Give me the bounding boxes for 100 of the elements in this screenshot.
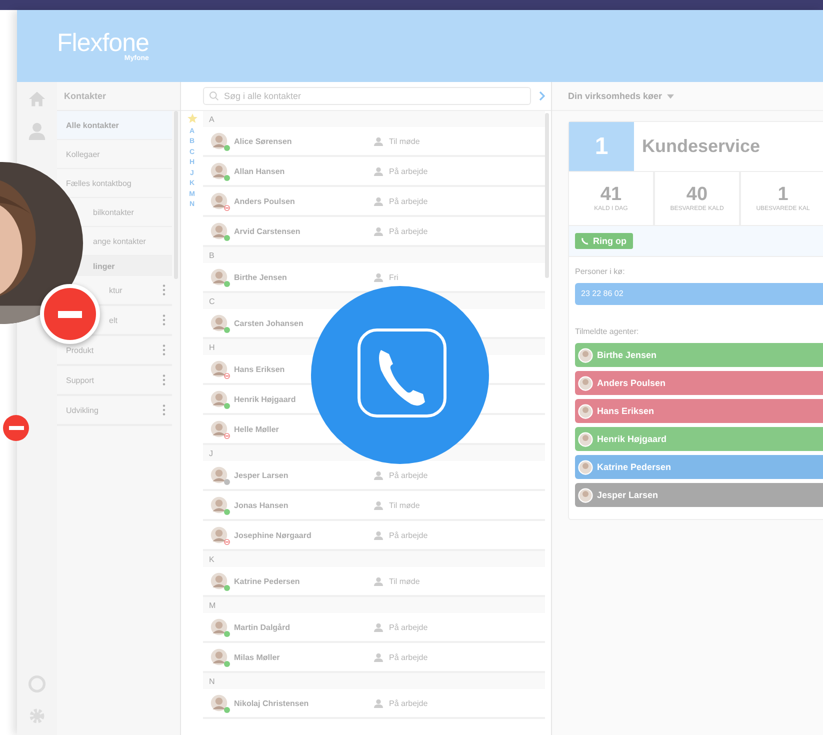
contact-name[interactable]: Birthe Jensen — [234, 272, 287, 282]
caret-icon[interactable] — [667, 94, 674, 98]
section-header: linger — [93, 262, 115, 270]
avatar-icon — [210, 314, 228, 332]
agent-row[interactable]: Henrik Højgaard — [575, 427, 823, 451]
stat-value: 1 — [778, 185, 788, 206]
call-button[interactable]: Ring op — [575, 233, 632, 249]
contact-name[interactable]: Katrine Pedersen — [234, 576, 300, 586]
contact-list-item[interactable]: Fælles kontaktbog — [66, 178, 132, 188]
person-icon — [374, 652, 383, 662]
contact-name[interactable]: Nikolaj Christensen — [234, 698, 309, 708]
contact-name[interactable]: Jonas Hansen — [234, 500, 288, 510]
contact-name[interactable]: Milas Møller — [234, 652, 280, 662]
contact-name[interactable]: Allan Hansen — [234, 166, 285, 176]
more-icon[interactable] — [162, 404, 166, 416]
avatar-icon — [578, 348, 593, 362]
avatar-icon — [578, 488, 593, 502]
person-icon — [374, 226, 383, 236]
avatar-icon — [578, 376, 593, 390]
search-icon — [209, 91, 219, 101]
contact-name[interactable]: Henrik Højgaard — [234, 394, 296, 404]
chevron-right-icon[interactable] — [539, 91, 545, 101]
person-icon — [374, 272, 383, 282]
group-item[interactable]: elt — [109, 316, 118, 324]
letter-header: J — [209, 448, 213, 458]
contact-name[interactable]: Helle Møller — [234, 424, 279, 434]
avatar-icon — [210, 648, 228, 666]
phone-icon — [581, 237, 589, 245]
contact-status: Til møde — [389, 576, 420, 586]
letter-header: H — [209, 342, 215, 352]
agent-row[interactable]: Jesper Larsen — [575, 483, 823, 507]
contact-name[interactable]: Martin Dalgård — [234, 622, 290, 632]
group-item[interactable]: ktur — [109, 286, 122, 294]
person-icon — [374, 136, 383, 146]
home-icon[interactable] — [28, 90, 46, 108]
person-icon[interactable] — [28, 122, 46, 140]
avatar-icon — [578, 460, 593, 474]
person-icon — [374, 166, 383, 176]
avatar-icon — [578, 404, 593, 418]
group-item[interactable]: Produkt — [66, 346, 94, 354]
avatar-icon — [210, 360, 228, 378]
person-icon — [374, 576, 383, 586]
contact-name[interactable]: Arvid Carstensen — [234, 226, 300, 236]
more-icon[interactable] — [162, 344, 166, 356]
lifebuoy-icon[interactable] — [28, 675, 46, 693]
queue-number: 1 — [569, 122, 634, 171]
avatar-icon — [210, 268, 228, 286]
agent-row[interactable]: Birthe Jensen — [575, 343, 823, 367]
contact-name[interactable]: Jesper Larsen — [234, 470, 288, 480]
contact-list-item[interactable]: Kollegaer — [66, 150, 100, 158]
person-icon — [374, 698, 383, 708]
avatar-icon — [210, 390, 228, 408]
contact-list-item[interactable]: ange kontakter — [93, 236, 146, 246]
contact-name[interactable]: Josephine Nørgaard — [234, 530, 312, 540]
letter-header: M — [209, 600, 216, 610]
avatar-icon — [210, 192, 228, 210]
queue-name: Kundeservice — [641, 136, 760, 157]
avatar-icon — [210, 572, 228, 590]
letter-header: N — [209, 676, 215, 686]
more-icon[interactable] — [162, 284, 166, 296]
avatar-icon — [210, 618, 228, 636]
person-icon — [374, 530, 383, 540]
person-icon — [374, 500, 383, 510]
queued-caller[interactable]: 23 22 86 02 — [575, 283, 823, 305]
contact-name[interactable]: Hans Eriksen — [234, 364, 285, 374]
logo-wordmark: Flexfone — [57, 30, 149, 56]
agent-row[interactable]: Anders Poulsen — [575, 371, 823, 395]
star-icon[interactable] — [186, 113, 198, 124]
avatar-icon — [210, 466, 228, 484]
settings-icon[interactable] — [28, 707, 46, 725]
person-icon — [374, 622, 383, 632]
agent-row[interactable]: Hans Eriksen — [575, 399, 823, 423]
stat-value: 40 — [686, 185, 708, 206]
contact-list-item[interactable]: bilkontakter — [93, 208, 134, 216]
contact-status: Fri — [389, 272, 398, 282]
more-icon[interactable] — [162, 374, 166, 386]
agent-row[interactable]: Katrine Pedersen — [575, 455, 823, 479]
queue-dropdown[interactable]: Din virksomheds køer — [568, 91, 662, 101]
avatar-icon — [210, 420, 228, 438]
contact-name[interactable]: Alice Sørensen — [234, 136, 292, 146]
group-item[interactable]: Support — [66, 376, 94, 384]
avatar-icon — [578, 432, 593, 446]
contact-status: På arbejde — [389, 622, 428, 632]
contact-status: På arbejde — [389, 698, 428, 708]
contact-list-item[interactable]: Alle kontakter — [66, 120, 119, 130]
person-icon — [374, 196, 383, 206]
contact-status: Til møde — [389, 136, 420, 146]
contact-name[interactable]: Carsten Johansen — [234, 318, 304, 328]
avatar-icon — [210, 162, 228, 180]
more-icon[interactable] — [162, 314, 166, 326]
person-icon — [374, 470, 383, 480]
group-item[interactable]: Udvikling — [66, 406, 98, 414]
contact-status: På arbejde — [389, 470, 428, 480]
section-label: Tilmeldte agenter: — [575, 327, 640, 336]
avatar-icon — [210, 694, 228, 712]
contact-status: På arbejde — [389, 166, 428, 176]
avatar-icon — [210, 132, 228, 150]
search-field[interactable]: Søg i alle kontakter — [203, 87, 531, 105]
letter-header: B — [209, 250, 214, 260]
contact-name[interactable]: Anders Poulsen — [234, 196, 295, 206]
